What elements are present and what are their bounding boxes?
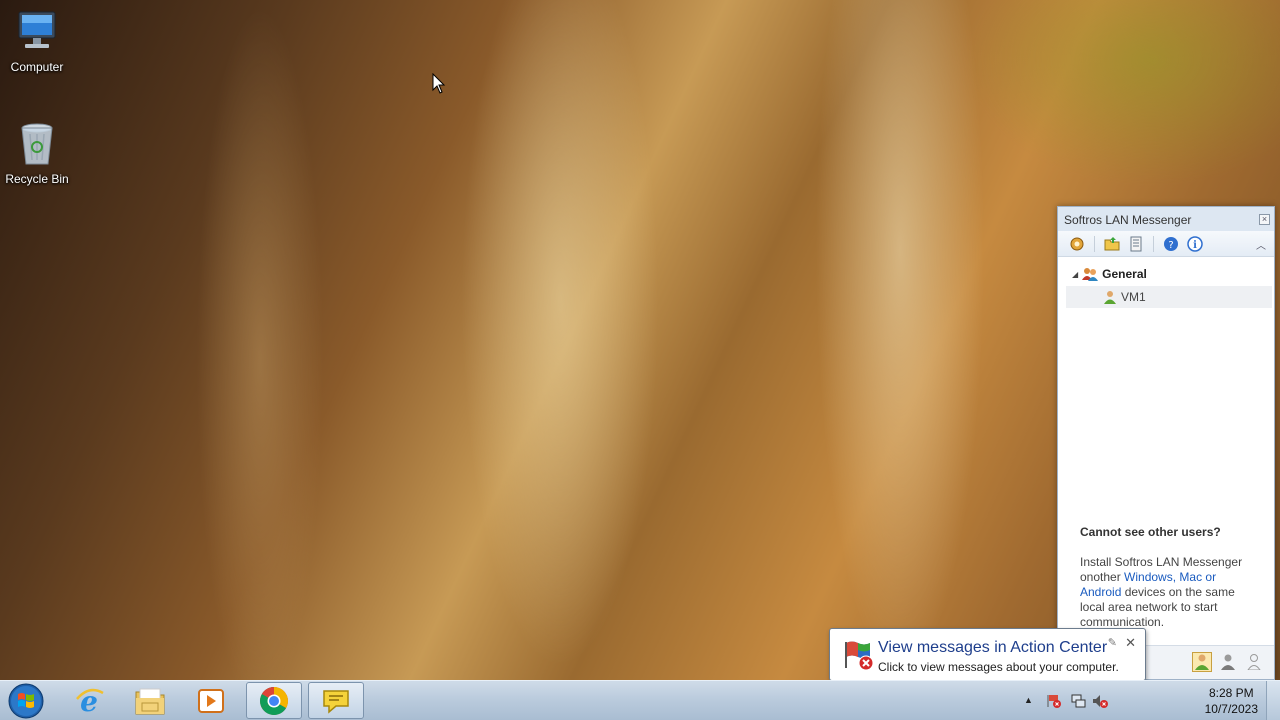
taskbar-windows-explorer[interactable]	[122, 682, 178, 719]
help-text: Install Softros LAN Messenger onother Wi…	[1080, 555, 1260, 630]
clock-date: 10/7/2023	[1204, 702, 1258, 716]
taskbar-media-player[interactable]	[183, 682, 239, 719]
clock[interactable]: 8:28 PM 10/7/2023	[1205, 685, 1258, 717]
recycle-bin-icon	[13, 120, 61, 168]
action-center-notification[interactable]: View messages in Action Center Click to …	[829, 628, 1146, 689]
internet-explorer-icon: e	[76, 685, 104, 717]
messenger-titlebar[interactable]: Softros LAN Messenger ×	[1058, 207, 1274, 231]
user-name: VM1	[1121, 290, 1146, 304]
taskbar-lan-messenger[interactable]	[308, 682, 364, 719]
group-icon	[1082, 268, 1099, 281]
desktop-icon-label: Computer	[10, 60, 64, 74]
folder-open-icon[interactable]	[1103, 235, 1121, 253]
chat-bubble-icon	[323, 689, 349, 714]
messenger-title: Softros LAN Messenger	[1064, 213, 1192, 227]
user-item[interactable]: VM1	[1066, 286, 1272, 308]
close-icon[interactable]: ✕	[1125, 635, 1136, 651]
folder-icon	[135, 688, 165, 714]
taskbar-internet-explorer[interactable]: e	[61, 682, 117, 719]
balloon-title[interactable]: View messages in Action Center	[878, 639, 1107, 657]
settings-gear-icon[interactable]	[1068, 235, 1086, 253]
desktop-icon-recycle-bin[interactable]: Recycle Bin	[0, 120, 74, 186]
status-away-icon[interactable]	[1218, 652, 1238, 672]
desktop-icon-computer[interactable]: Computer	[0, 8, 74, 74]
group-name: General	[1102, 267, 1147, 281]
svg-text:?: ?	[1168, 240, 1173, 251]
status-offline-icon[interactable]	[1244, 652, 1264, 672]
windows-logo-icon	[8, 683, 44, 719]
messenger-toolbar: ? i ︿	[1058, 231, 1274, 257]
desktop-icon-label: Recycle Bin	[5, 172, 69, 186]
action-center-flag-icon	[842, 639, 874, 671]
svg-text:i: i	[1193, 240, 1197, 251]
media-player-icon	[198, 688, 224, 713]
collapse-toolbar-icon[interactable]: ︿	[1256, 237, 1266, 252]
user-tree: ◢ General VM1	[1058, 257, 1274, 308]
start-button[interactable]	[5, 682, 47, 720]
show-desktop-button[interactable]	[1266, 681, 1280, 720]
expand-arrow-icon[interactable]: ◢	[1072, 270, 1078, 279]
action-center-tray-icon[interactable]	[1046, 693, 1062, 709]
chrome-icon	[260, 686, 288, 715]
toolbar-divider	[1153, 235, 1154, 252]
help-panel: Cannot see other users? Install Softros …	[1080, 525, 1260, 630]
mouse-cursor-icon	[432, 72, 446, 98]
help-icon[interactable]: ?	[1162, 235, 1180, 253]
help-heading: Cannot see other users?	[1080, 525, 1221, 539]
computer-icon	[13, 8, 61, 56]
info-icon[interactable]: i	[1186, 235, 1204, 253]
balloon-body[interactable]: Click to view messages about your comput…	[878, 660, 1119, 674]
user-online-icon	[1104, 291, 1116, 304]
toolbar-divider	[1094, 235, 1095, 252]
message-history-icon[interactable]	[1127, 235, 1145, 253]
clock-time: 8:28 PM	[1208, 686, 1254, 700]
pin-icon[interactable]: ✎	[1108, 636, 1117, 649]
volume-muted-icon[interactable]	[1092, 693, 1108, 709]
taskbar-chrome[interactable]	[246, 682, 302, 719]
network-icon[interactable]	[1070, 693, 1086, 709]
system-tray: ▲ 8:28 PM 10/7/2023	[1024, 681, 1280, 720]
taskbar: e ▲ 8:28 PM 10/7/2023	[0, 680, 1280, 720]
status-online-icon[interactable]	[1192, 652, 1212, 672]
show-hidden-icons-arrow-icon[interactable]: ▲	[1024, 695, 1033, 705]
lan-messenger-window[interactable]: Softros LAN Messenger × ? i ︿ ◢ General	[1057, 206, 1275, 680]
close-icon[interactable]: ×	[1259, 214, 1270, 225]
group-general[interactable]: ◢ General	[1058, 263, 1274, 285]
